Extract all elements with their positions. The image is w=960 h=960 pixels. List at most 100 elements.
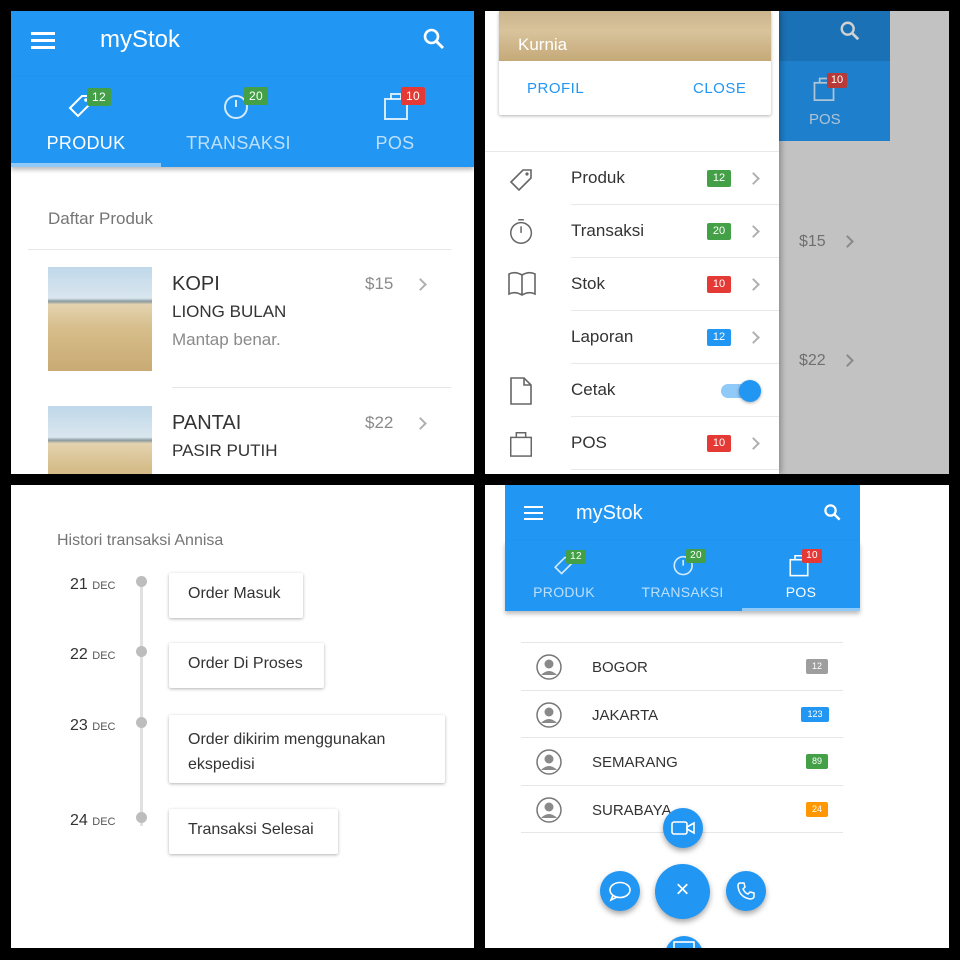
tab-transaksi[interactable]: 20 TRANSAKSI — [623, 541, 742, 611]
tab-label: POS — [809, 111, 841, 128]
drawer-item-badge: 10 — [707, 276, 731, 293]
list-item[interactable]: BOGOR 12 — [521, 643, 843, 690]
tab-badge: 10 — [802, 549, 822, 563]
bag-icon — [509, 431, 533, 457]
tab-label: PRODUK — [46, 133, 126, 153]
cetak-toggle[interactable] — [721, 380, 761, 402]
timeline-event: 22 DEC Order Di Proses — [11, 643, 474, 693]
profile-cover: Kurnia — [499, 11, 771, 61]
search-icon[interactable] — [823, 503, 842, 522]
product-thumbnail — [48, 406, 152, 474]
list-item[interactable]: PANTAI PASIR PUTIH $22 — [11, 400, 474, 474]
count-badge: 89 — [806, 754, 828, 769]
tab-pos[interactable]: 10 POS — [742, 541, 860, 611]
drawer-screen: 10 POS $15 $22 Kurnia PROFIL CLOSE Produ… — [485, 11, 949, 474]
toggle-knob — [739, 380, 761, 402]
drawer-item-laporan[interactable]: Laporan 12 — [485, 310, 779, 363]
profile-button[interactable]: PROFIL — [527, 80, 584, 97]
tab-label: PRODUK — [533, 584, 595, 600]
phone-icon — [737, 882, 755, 900]
product-list-screen: myStok 12 PRODUK 20 TRANSAKSI 10 POS Daf… — [11, 11, 474, 474]
product-thumbnail — [48, 267, 152, 371]
fab-main-close-button[interactable]: × — [655, 864, 710, 919]
chat-button[interactable] — [600, 871, 640, 911]
chevron-right-icon — [747, 172, 760, 185]
pos-screen: myStok 12 PRODUK 20 TRANSAKSI 10 POS BOG… — [485, 485, 949, 948]
drawer-item-transaksi[interactable]: Transaksi 20 — [485, 204, 779, 257]
chevron-right-icon — [747, 278, 760, 291]
video-icon — [671, 821, 695, 835]
count-badge: 12 — [806, 659, 828, 674]
search-icon — [840, 21, 860, 41]
tab-produk[interactable]: 12 PRODUK — [505, 541, 623, 611]
list-item[interactable]: SEMARANG 89 — [521, 738, 843, 785]
tab-bar: 12 PRODUK 20 TRANSAKSI 10 POS — [505, 541, 860, 611]
tab-bar: 12 PRODUK 20 TRANSAKSI 10 POS — [11, 77, 474, 167]
city-name: SEMARANG — [592, 754, 678, 771]
event-card[interactable]: Order Di Proses — [169, 643, 324, 688]
event-card[interactable]: Order dikirim menggunakan ekspedisi — [169, 715, 445, 783]
chevron-right-icon — [414, 278, 427, 291]
drawer-item-pos[interactable]: POS 10 — [485, 416, 779, 469]
history-screen: Histori transaksi Annisa 21 DEC Order Ma… — [11, 485, 474, 948]
list-item[interactable]: JAKARTA 123 — [521, 691, 843, 738]
event-card[interactable]: Transaksi Selesai — [169, 809, 338, 854]
tab-badge: 20 — [686, 549, 706, 563]
drawer-item-produk[interactable]: Produk 12 — [485, 151, 779, 204]
price: $22 — [799, 352, 826, 369]
event-month: DEC — [92, 580, 116, 592]
count-badge: 123 — [801, 707, 829, 722]
tab-produk[interactable]: 12 PRODUK — [11, 77, 161, 167]
event-day: 23 — [70, 717, 88, 734]
drawer-item-label: Cetak — [571, 380, 616, 399]
list-item[interactable]: KOPI LIONG BULAN Mantap benar. $15 — [11, 261, 474, 391]
person-icon — [536, 654, 562, 680]
drawer-item-badge: 20 — [707, 223, 731, 240]
timeline-event: 24 DEC Transaksi Selesai — [11, 809, 474, 859]
tab-badge: 10 — [401, 87, 425, 105]
timeline-event: 21 DEC Order Masuk — [11, 573, 474, 623]
tab-transaksi[interactable]: 20 TRANSAKSI — [161, 77, 316, 167]
drawer-item-badge: 12 — [707, 329, 731, 346]
event-day: 21 — [70, 576, 88, 593]
timeline-dot — [136, 812, 147, 823]
product-title: KOPI — [172, 273, 220, 295]
close-button[interactable]: CLOSE — [693, 80, 746, 97]
dimmed-app-bar — [779, 11, 890, 61]
app-title: myStok — [100, 26, 181, 53]
product-subtitle: PASIR PUTIH — [172, 441, 278, 460]
menu-icon[interactable] — [524, 506, 543, 520]
drawer-item-stok[interactable]: Stok 10 — [485, 257, 779, 310]
person-icon — [536, 797, 562, 823]
tab-label: POS — [785, 584, 817, 600]
history-title: Histori transaksi Annisa — [57, 532, 224, 549]
drawer-item-label: POS — [571, 433, 607, 452]
tab-indicator — [11, 163, 161, 167]
tab-label: POS — [375, 133, 415, 153]
event-card[interactable]: Order Masuk — [169, 573, 303, 618]
search-icon[interactable] — [422, 27, 446, 51]
video-call-button[interactable] — [663, 808, 703, 848]
city-name: BOGOR — [592, 659, 648, 676]
app-title: myStok — [576, 502, 643, 524]
product-description: Mantap benar. — [172, 330, 281, 349]
city-name: SURABAYA — [592, 802, 672, 819]
mail-button[interactable] — [665, 936, 703, 948]
drawer-item-cetak: Cetak — [485, 363, 779, 416]
tab-badge: 12 — [87, 88, 111, 106]
count-badge: 24 — [806, 802, 828, 817]
product-price: $22 — [365, 413, 394, 432]
tab-pos[interactable]: 10 POS — [316, 77, 474, 167]
event-day: 24 — [70, 812, 88, 829]
event-month: DEC — [92, 721, 116, 733]
city-name: JAKARTA — [592, 707, 659, 724]
chat-icon — [609, 881, 631, 902]
chevron-right-icon — [747, 225, 760, 238]
event-month: DEC — [92, 650, 116, 662]
phone-button[interactable] — [726, 871, 766, 911]
chevron-right-icon — [841, 235, 854, 248]
menu-icon[interactable] — [31, 32, 55, 50]
product-price: $15 — [365, 274, 394, 293]
tab-indicator — [742, 608, 860, 611]
mail-icon — [673, 941, 695, 948]
